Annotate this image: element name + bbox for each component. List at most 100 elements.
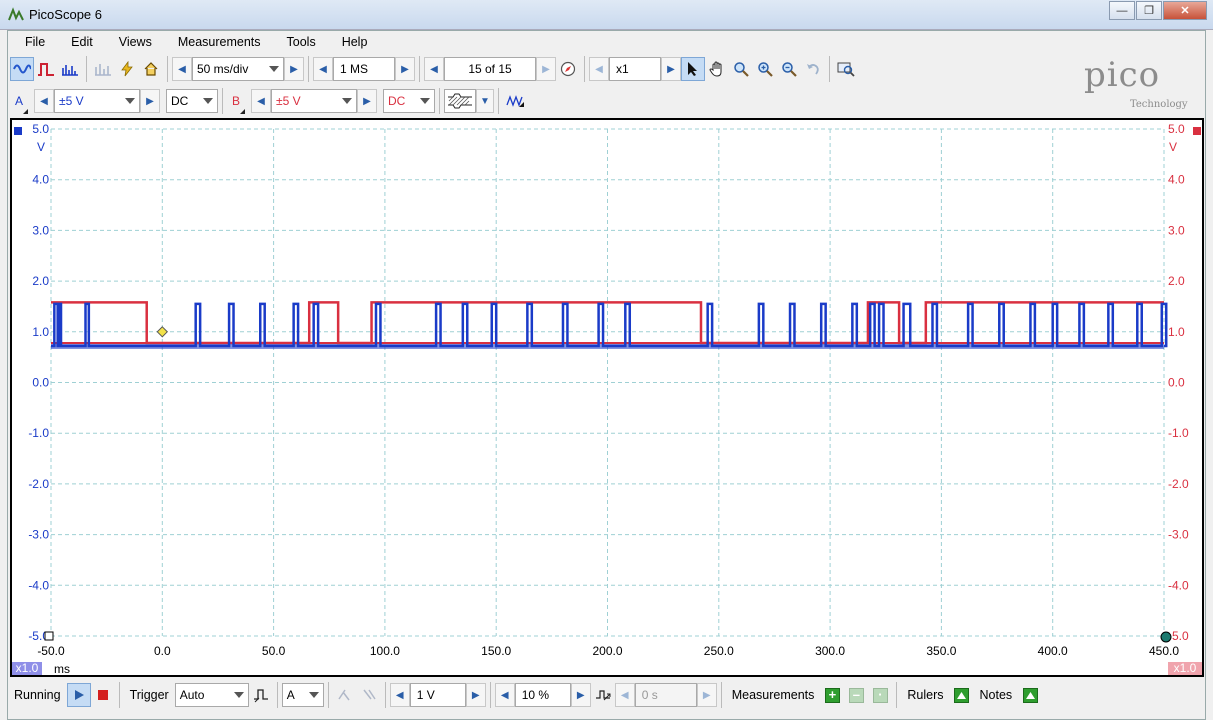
oscilloscope-plot[interactable]: -50.0 0.0 50.0 100.0 150.0 200.0 250.0 300.0 350… [12, 120, 1202, 675]
minus-icon: – [848, 687, 864, 703]
channel-b-range-select[interactable]: ±5 V [271, 89, 357, 113]
zoom-window-button[interactable] [729, 57, 753, 81]
channel-a-range-select[interactable]: ±5 V [54, 89, 140, 113]
chevron-right-icon: ▶ [702, 689, 711, 701]
edit-icon: · [872, 687, 888, 703]
pretrigger-value: 10 % [521, 688, 550, 702]
home-button[interactable] [139, 57, 163, 81]
zoom-decrease-button[interactable]: ◀ [589, 57, 609, 81]
channel-a-range-decrease-button[interactable]: ◀ [34, 89, 54, 113]
remove-measurement-button[interactable]: – [844, 683, 868, 707]
menu-tools[interactable]: Tools [271, 35, 326, 49]
menu-edit[interactable]: Edit [55, 35, 103, 49]
zoom-field[interactable]: x1 [609, 57, 661, 81]
buffer-previous-button[interactable]: ◀ [424, 57, 444, 81]
channel-a-trace [51, 302, 1168, 348]
rising-edge-button[interactable] [333, 683, 357, 707]
measurements-label: Measurements [731, 688, 815, 702]
threshold-field[interactable]: 1 V [409, 683, 466, 707]
x-tick-label: 50.0 [262, 644, 286, 658]
channel-b-axis-marker [1193, 127, 1201, 135]
samples-decrease-button[interactable]: ◀ [313, 57, 333, 81]
menu-measurements[interactable]: Measurements [162, 35, 271, 49]
timebase-increase-button[interactable]: ▶ [284, 57, 304, 81]
chevron-left-icon: ◀ [500, 689, 509, 701]
scope-view[interactable]: -50.0 0.0 50.0 100.0 150.0 200.0 250.0 300.0 350… [10, 118, 1204, 677]
zoom-in-button[interactable] [753, 57, 777, 81]
trigger-source-select[interactable]: A [281, 683, 324, 707]
triangle-up-icon [954, 687, 970, 703]
threshold-increase-button[interactable]: ▶ [465, 683, 486, 707]
math-channels-button[interactable] [91, 57, 115, 81]
timebase-decrease-button[interactable]: ◀ [172, 57, 192, 81]
undo-icon [807, 64, 819, 75]
persistence-mode-button[interactable] [34, 57, 58, 81]
scope-mode-button[interactable] [10, 57, 34, 81]
channel-b-trace [51, 301, 1164, 345]
minimize-button[interactable]: — [1109, 1, 1135, 20]
maximize-button[interactable]: ❐ [1136, 1, 1162, 20]
chevron-down-icon [233, 692, 244, 698]
select-tool-button[interactable] [681, 57, 705, 81]
right-scale-badge-text: x1.0 [1174, 661, 1197, 675]
buffer-navigator-button[interactable] [556, 57, 580, 81]
pretrigger-decrease-button[interactable]: ◀ [494, 683, 515, 707]
title-bar: PicoScope 6 — ❐ ✕ [0, 0, 1213, 30]
buffer-next-button[interactable]: ▶ [536, 57, 556, 81]
trigger-delay-toggle[interactable] [591, 683, 615, 707]
undo-zoom-button[interactable] [801, 57, 825, 81]
timebase-value: 50 ms/div [197, 62, 249, 76]
pretrigger-increase-button[interactable]: ▶ [570, 683, 591, 707]
delay-increase-button[interactable]: ▶ [696, 683, 717, 707]
menu-file[interactable]: File [8, 35, 55, 49]
notes-button[interactable] [1018, 683, 1042, 707]
add-measurement-button[interactable]: + [820, 683, 844, 707]
menu-views[interactable]: Views [103, 35, 162, 49]
buffer-field[interactable]: 15 of 15 [444, 57, 536, 81]
channel-b-coupling-value: DC [388, 94, 406, 108]
channel-a-coupling-select[interactable]: DC [166, 89, 218, 113]
chevron-left-icon: ◀ [319, 63, 327, 75]
falling-edge-button[interactable] [357, 683, 381, 707]
samples-field[interactable]: 1 MS [333, 57, 395, 81]
spectrum-mode-button[interactable] [58, 57, 82, 81]
delay-field[interactable]: 0 s [634, 683, 697, 707]
pretrigger-field[interactable]: 10 % [514, 683, 571, 707]
ruler-handle-left [44, 631, 54, 641]
channel-b-options[interactable]: B [227, 94, 245, 114]
edit-measurement-button[interactable]: · [868, 683, 892, 707]
chevron-down-icon [342, 98, 352, 104]
zoom-increase-button[interactable]: ▶ [661, 57, 681, 81]
hand-tool-button[interactable] [705, 57, 729, 81]
serial-decoding-button[interactable] [444, 89, 476, 113]
notes-label: Notes [979, 688, 1013, 702]
menu-help[interactable]: Help [326, 35, 378, 49]
mask-limit-button[interactable] [503, 89, 527, 113]
samples-increase-button[interactable]: ▶ [395, 57, 415, 81]
chevron-right-icon: ▶ [146, 95, 154, 107]
start-button[interactable] [66, 683, 91, 707]
x-tick-label: 200.0 [592, 644, 622, 658]
chevron-down-icon [420, 98, 430, 104]
channel-a-options[interactable]: A [10, 94, 28, 114]
channel-b-range-decrease-button[interactable]: ◀ [251, 89, 271, 113]
zoom-out-button[interactable] [777, 57, 801, 81]
logo-tagline: Technology [1130, 99, 1188, 110]
stop-button[interactable] [91, 683, 115, 707]
timebase-select[interactable]: 50 ms/div [192, 57, 284, 81]
channel-a-range-increase-button[interactable]: ▶ [140, 89, 160, 113]
y-tick-label-right: -2.0 [1168, 477, 1189, 491]
x-tick-label: 250.0 [704, 644, 734, 658]
zoom-overview-button[interactable] [834, 57, 858, 81]
signal-generator-button[interactable] [115, 57, 139, 81]
advanced-trigger-button[interactable] [249, 683, 273, 707]
close-button[interactable]: ✕ [1163, 1, 1207, 20]
channel-b-coupling-select[interactable]: DC [383, 89, 435, 113]
zoom-in-icon [758, 62, 773, 77]
serial-decoding-dropdown[interactable]: ▼ [476, 89, 494, 113]
threshold-decrease-button[interactable]: ◀ [389, 683, 410, 707]
delay-decrease-button[interactable]: ◀ [614, 683, 635, 707]
rulers-button[interactable] [950, 683, 974, 707]
trigger-mode-select[interactable]: Auto [174, 683, 249, 707]
channel-b-range-increase-button[interactable]: ▶ [357, 89, 377, 113]
